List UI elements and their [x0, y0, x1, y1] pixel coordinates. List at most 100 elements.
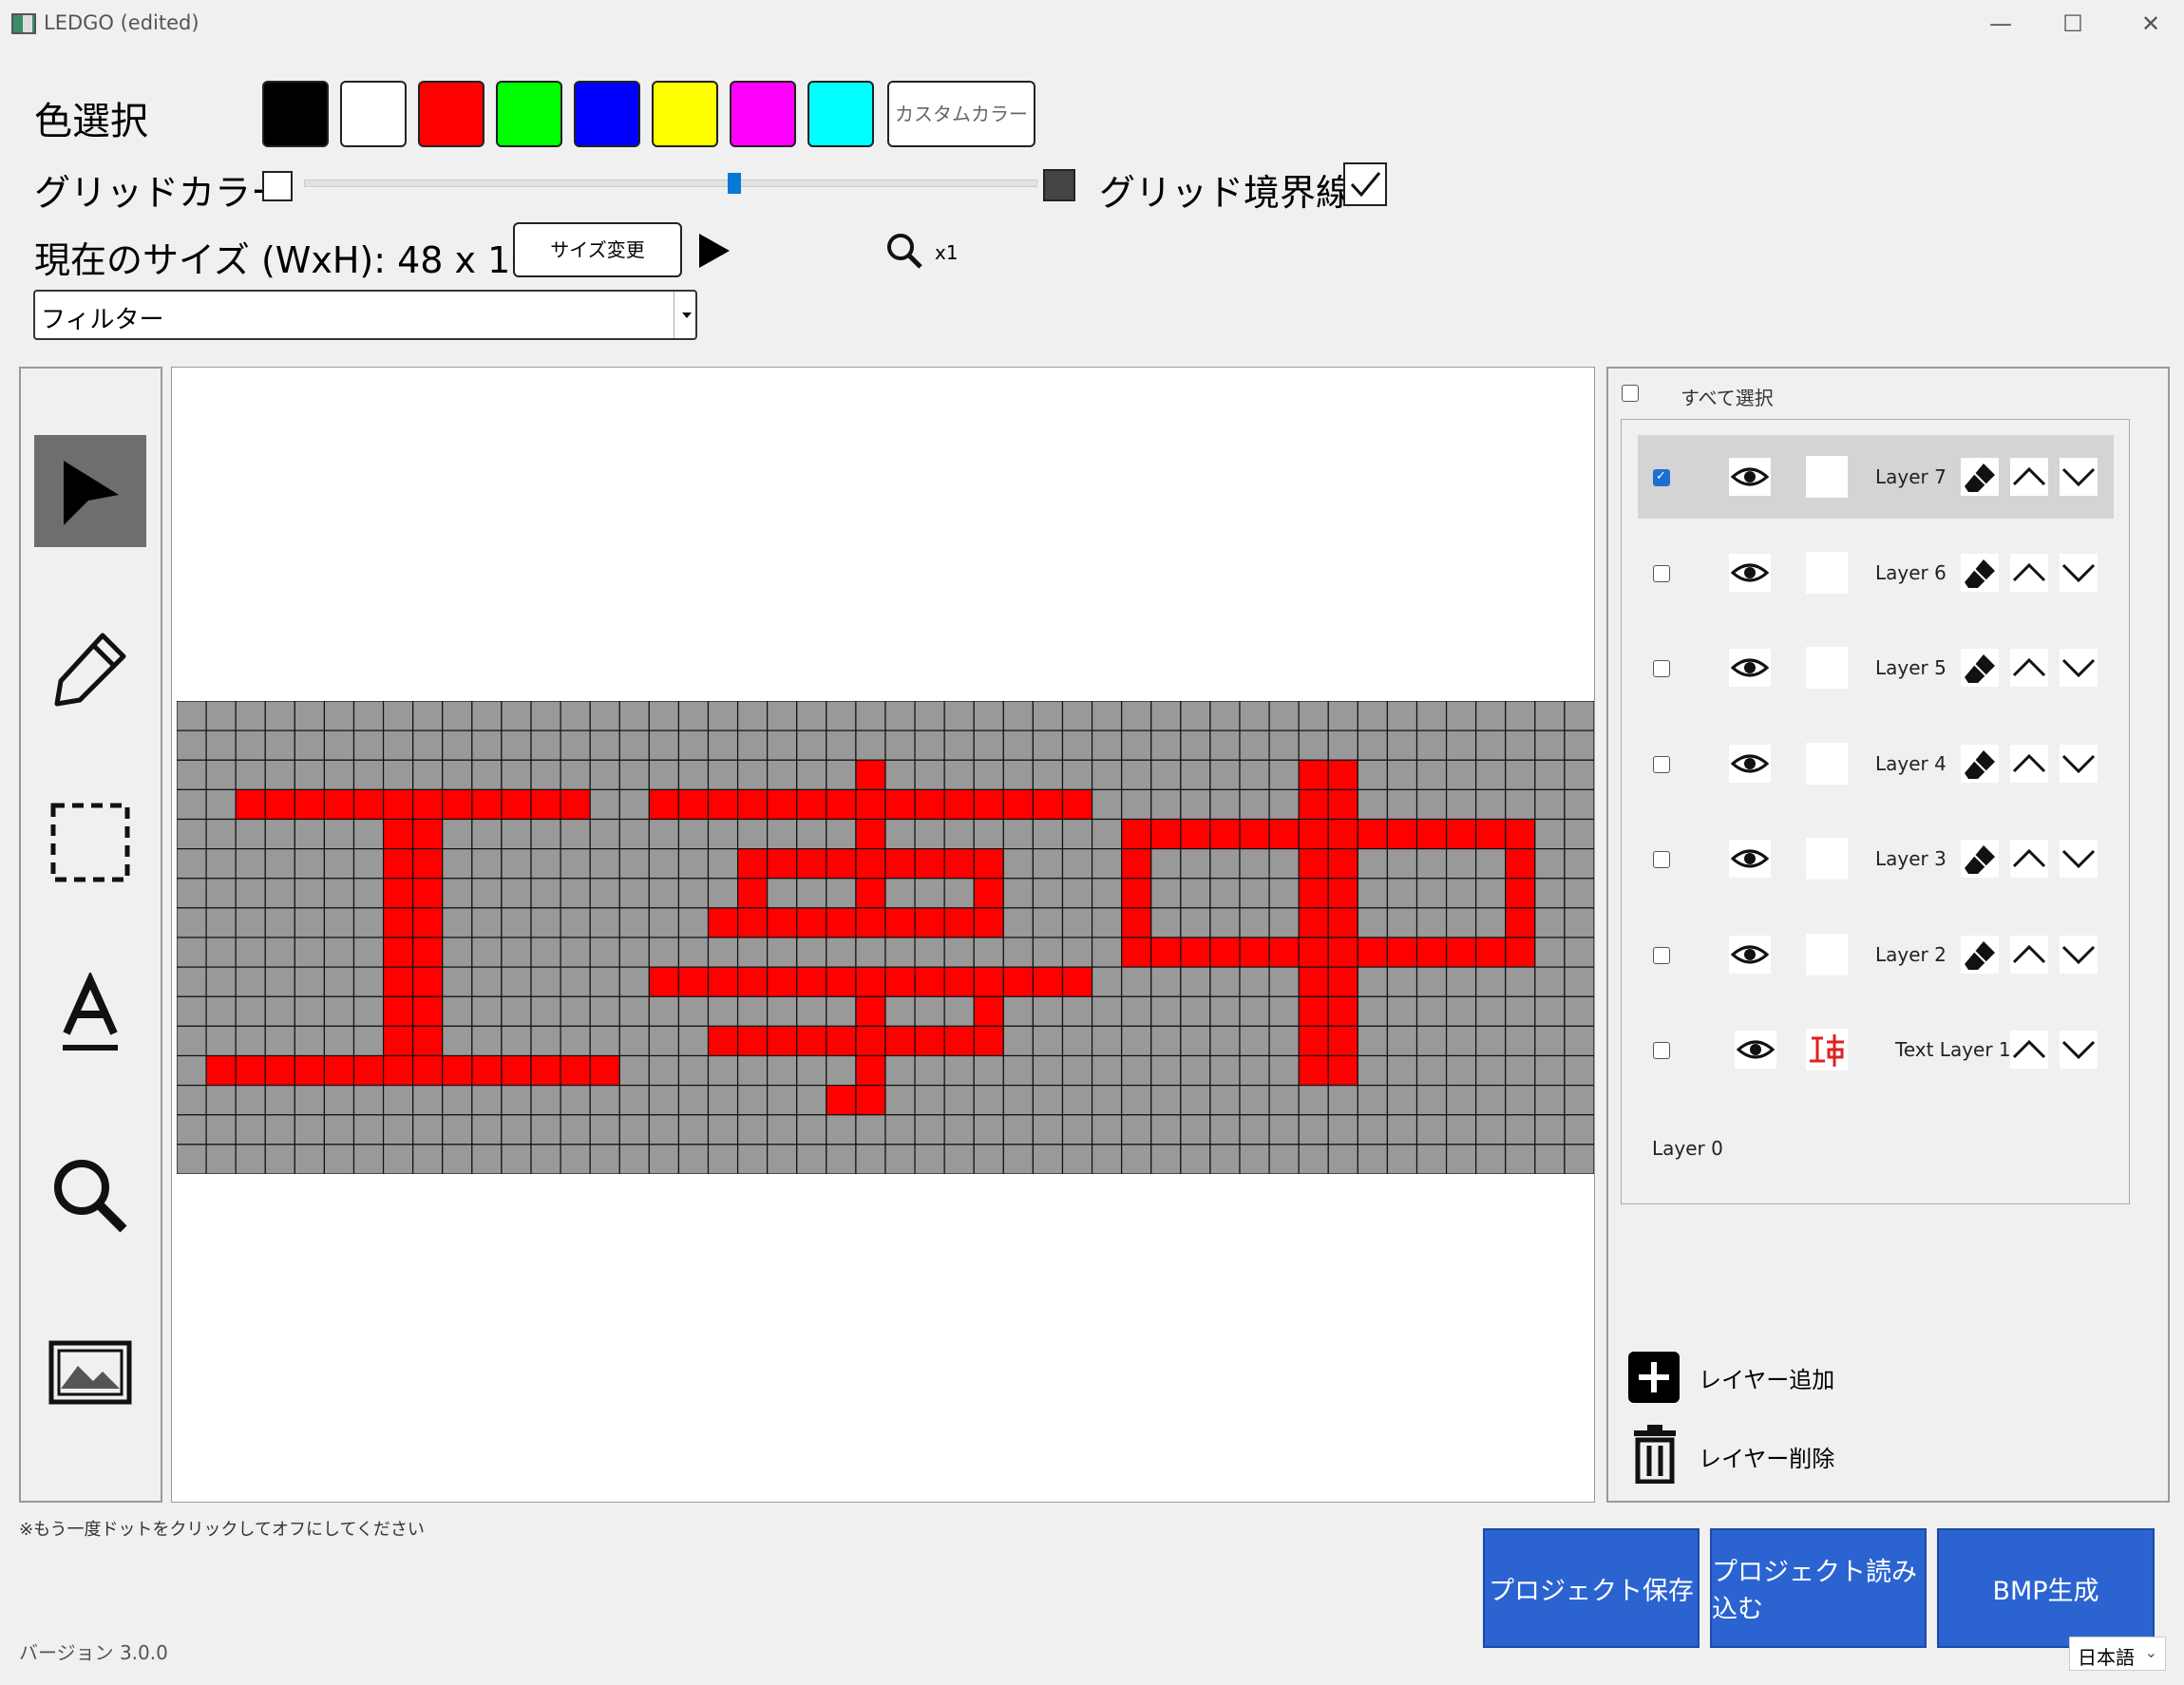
- led-dot[interactable]: [826, 1114, 857, 1145]
- led-dot[interactable]: [1121, 848, 1152, 880]
- led-dot[interactable]: [1150, 966, 1182, 997]
- led-dot[interactable]: [264, 1054, 295, 1087]
- led-dot[interactable]: [1564, 759, 1594, 790]
- led-dot[interactable]: [294, 966, 326, 997]
- led-dot[interactable]: [352, 729, 385, 761]
- led-dot[interactable]: [767, 759, 798, 790]
- led-dot[interactable]: [501, 1054, 532, 1087]
- led-dot[interactable]: [618, 995, 650, 1027]
- led-dot[interactable]: [707, 966, 739, 997]
- led-dot[interactable]: [205, 1085, 237, 1116]
- led-dot[interactable]: [352, 788, 385, 821]
- led-dot[interactable]: [382, 759, 414, 790]
- led-dot[interactable]: [736, 937, 769, 968]
- led-dot[interactable]: [1445, 848, 1477, 880]
- led-dot[interactable]: [943, 1144, 975, 1174]
- led-dot[interactable]: [1209, 1085, 1241, 1116]
- led-dot[interactable]: [1091, 788, 1123, 821]
- led-dot[interactable]: [177, 937, 207, 968]
- led-dot[interactable]: [1150, 1144, 1182, 1174]
- led-dot[interactable]: [1475, 788, 1507, 821]
- select-all-checkbox[interactable]: [1622, 385, 1639, 402]
- led-dot[interactable]: [1121, 907, 1152, 938]
- led-dot[interactable]: [884, 1085, 916, 1116]
- led-dot[interactable]: [589, 937, 620, 968]
- led-dot[interactable]: [1357, 1054, 1389, 1087]
- led-dot[interactable]: [323, 995, 355, 1027]
- led-dot[interactable]: [648, 788, 680, 821]
- led-dot[interactable]: [1209, 701, 1241, 731]
- led-dot[interactable]: [1180, 937, 1211, 968]
- led-dot[interactable]: [471, 1144, 503, 1174]
- led-dot[interactable]: [1475, 1025, 1507, 1057]
- led-dot[interactable]: [530, 1054, 561, 1087]
- led-dot[interactable]: [323, 1085, 355, 1116]
- led-dot[interactable]: [589, 1144, 620, 1174]
- led-dot[interactable]: [1534, 995, 1566, 1027]
- led-dot[interactable]: [914, 729, 945, 761]
- led-dot[interactable]: [826, 848, 857, 880]
- led-dot[interactable]: [618, 1144, 650, 1174]
- led-dot[interactable]: [589, 1025, 620, 1057]
- led-dot[interactable]: [1357, 995, 1389, 1027]
- led-dot[interactable]: [1002, 701, 1035, 731]
- led-dot[interactable]: [352, 1114, 385, 1145]
- led-dot[interactable]: [796, 1144, 827, 1174]
- led-dot[interactable]: [943, 995, 975, 1027]
- chevron-down-icon[interactable]: [2060, 553, 2098, 592]
- led-dot[interactable]: [412, 1054, 444, 1087]
- led-dot[interactable]: [177, 1085, 207, 1116]
- led-dot[interactable]: [914, 759, 945, 790]
- led-dot[interactable]: [177, 907, 207, 938]
- led-dot[interactable]: [855, 966, 886, 997]
- led-dot[interactable]: [914, 995, 945, 1027]
- led-dot[interactable]: [1239, 937, 1270, 968]
- led-dot[interactable]: [1475, 1085, 1507, 1116]
- led-dot[interactable]: [589, 759, 620, 790]
- led-dot[interactable]: [205, 878, 237, 909]
- led-dot[interactable]: [1475, 848, 1507, 880]
- led-dot[interactable]: [264, 729, 295, 761]
- led-dot[interactable]: [501, 878, 532, 909]
- filter-dropdown[interactable]: フィルター: [33, 290, 697, 340]
- led-dot[interactable]: [382, 729, 414, 761]
- led-dot[interactable]: [1091, 937, 1123, 968]
- led-dot[interactable]: [1327, 788, 1358, 821]
- led-dot[interactable]: [352, 907, 385, 938]
- led-dot[interactable]: [382, 937, 414, 968]
- led-dot[interactable]: [1150, 878, 1182, 909]
- led-dot[interactable]: [1032, 701, 1064, 731]
- led-dot[interactable]: [501, 1144, 532, 1174]
- led-dot[interactable]: [294, 1114, 326, 1145]
- led-dot[interactable]: [1298, 937, 1329, 968]
- led-dot[interactable]: [1505, 729, 1536, 761]
- color-swatch[interactable]: [807, 81, 874, 147]
- led-dot[interactable]: [914, 1114, 945, 1145]
- led-dot[interactable]: [618, 966, 650, 997]
- led-dot[interactable]: [648, 937, 680, 968]
- led-dot[interactable]: [648, 1025, 680, 1057]
- led-dot[interactable]: [914, 937, 945, 968]
- led-dot[interactable]: [884, 1025, 916, 1057]
- led-dot[interactable]: [796, 848, 827, 880]
- led-dot[interactable]: [530, 1144, 561, 1174]
- led-dot[interactable]: [412, 759, 444, 790]
- led-dot[interactable]: [1032, 759, 1064, 790]
- led-dot[interactable]: [1415, 1144, 1448, 1174]
- led-dot[interactable]: [352, 995, 385, 1027]
- led-dot[interactable]: [442, 1114, 473, 1145]
- led-dot[interactable]: [677, 966, 710, 997]
- led-dot[interactable]: [501, 1085, 532, 1116]
- led-dot[interactable]: [177, 878, 207, 909]
- led-dot[interactable]: [914, 848, 945, 880]
- led-dot[interactable]: [618, 1025, 650, 1057]
- led-dot[interactable]: [943, 1085, 975, 1116]
- led-dot[interactable]: [177, 1114, 207, 1145]
- eye-icon[interactable]: [1729, 935, 1771, 974]
- led-dot[interactable]: [530, 701, 561, 731]
- led-dot[interactable]: [1505, 907, 1536, 938]
- led-dot[interactable]: [442, 937, 473, 968]
- led-dot[interactable]: [914, 966, 945, 997]
- eye-icon[interactable]: [1735, 1031, 1776, 1069]
- chevron-down-icon[interactable]: [2060, 458, 2098, 496]
